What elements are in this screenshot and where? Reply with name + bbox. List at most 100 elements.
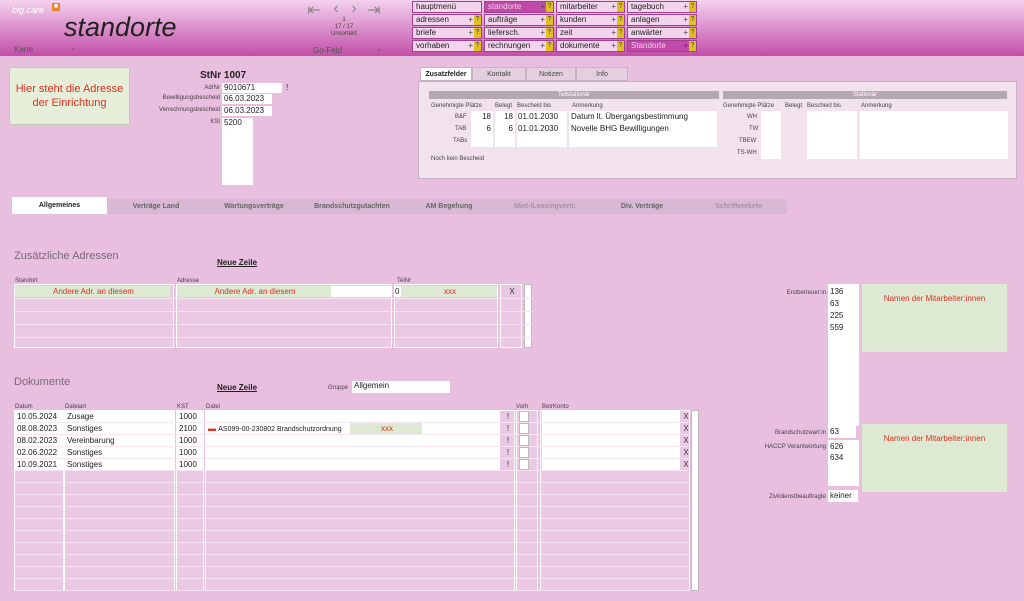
doc-datum[interactable]: 08.02.2023 (15, 435, 63, 446)
zusatz-delete-icon[interactable]: X (505, 286, 517, 297)
doc-alert-icon[interactable]: ! (501, 411, 513, 422)
help-icon[interactable]: ? (474, 41, 481, 51)
doc-dateiart[interactable]: Sonstiges (65, 447, 174, 458)
tab-schriftverkehr[interactable]: Schriftverkehr (691, 199, 787, 214)
doc-vorh-checkbox[interactable] (519, 447, 529, 458)
haccp-list[interactable]: 626 634 (828, 440, 859, 486)
menu-aufträge[interactable]: aufträge +? (484, 14, 554, 26)
chevron-down-icon[interactable]: ⌄ (376, 45, 382, 53)
menu-adressen[interactable]: adressen +? (412, 14, 482, 26)
doc-kst[interactable]: 1000 (177, 447, 203, 458)
menu-zeit[interactable]: zeit +? (556, 27, 625, 39)
doc-delete-icon[interactable]: X (681, 411, 689, 422)
prev-record-icon[interactable]: ‹ (328, 0, 344, 18)
menu-dokumente[interactable]: dokumente +? (556, 40, 625, 52)
erstbetreuer-list[interactable]: 136 63 225 559 (828, 284, 859, 426)
doc-kst[interactable]: 2100 (177, 423, 203, 434)
help-icon[interactable]: ? (689, 15, 696, 25)
menu-vorhaben[interactable]: vorhaben +? (412, 40, 482, 52)
doc-datum[interactable]: 02.06.2022 (15, 447, 63, 458)
tab-info[interactable]: Info (576, 67, 628, 81)
help-icon[interactable]: ? (546, 41, 553, 51)
doc-delete-icon[interactable]: X (681, 459, 689, 470)
tab-vertraege-land[interactable]: Verträge Land (107, 199, 205, 214)
doc-alert-icon[interactable]: ! (501, 459, 513, 470)
plus-icon[interactable]: + (468, 41, 473, 51)
tab-mietvertr[interactable]: Miet-/Leasingvertr. (497, 199, 593, 214)
tab-wartungsvertraege[interactable]: Wartungsverträge (205, 199, 303, 214)
plus-icon[interactable]: + (611, 2, 616, 12)
doc-datei[interactable] (206, 459, 500, 470)
doc-delete-icon[interactable]: X (681, 447, 689, 458)
doc-datum[interactable]: 10.05.2024 (15, 411, 63, 422)
help-icon[interactable]: ? (474, 28, 481, 38)
doc-datum[interactable]: 10.09.2021 (15, 459, 63, 470)
help-icon[interactable]: ? (617, 41, 624, 51)
tab-allgemeines[interactable]: Allgemeines (12, 197, 107, 214)
plus-icon[interactable]: + (683, 2, 688, 12)
brandschutz-field[interactable]: 63 (828, 426, 856, 438)
plus-icon[interactable]: + (540, 41, 545, 51)
help-icon[interactable]: ? (689, 2, 696, 12)
menu-mitarbeiter[interactable]: mitarbeiter +? (556, 1, 625, 13)
menu-standorte[interactable]: Standorte +? (627, 40, 697, 52)
doc-dateiart[interactable]: Zusage (65, 411, 174, 422)
doc-delete-icon[interactable]: X (681, 423, 689, 434)
doc-vorh-checkbox[interactable] (519, 423, 529, 434)
kst-field[interactable]: 5200 (222, 118, 253, 185)
plus-icon[interactable]: + (683, 41, 688, 51)
help-icon[interactable]: ? (689, 41, 696, 51)
menu-tagebuch[interactable]: tagebuch +? (627, 1, 697, 13)
gruppe-field[interactable]: Allgemein (352, 381, 450, 393)
st-anm-box[interactable] (860, 111, 1008, 159)
doc-datum[interactable]: 08.08.2023 (15, 423, 63, 434)
next-record-icon[interactable]: › (346, 0, 362, 18)
tab-notizen[interactable]: Notizen (526, 67, 576, 81)
zusatz-row-adresse[interactable]: Andere Adr. an diesem (177, 286, 331, 297)
doc-alert-icon[interactable]: ! (501, 447, 513, 458)
doc-betrkonto[interactable] (542, 435, 680, 446)
doc-scrollbar[interactable] (691, 410, 699, 591)
doc-kst[interactable]: 1000 (177, 459, 203, 470)
tab-zusatzfelder[interactable]: Zusatzfelder (420, 67, 472, 81)
doc-datei[interactable] (206, 447, 500, 458)
zusatz-row-telnr[interactable]: xxx (401, 286, 497, 297)
plus-icon[interactable]: + (611, 41, 616, 51)
help-icon[interactable]: ? (546, 15, 553, 25)
doc-betrkonto[interactable] (542, 447, 680, 458)
doc-betrkonto[interactable] (542, 411, 680, 422)
st-bis-box[interactable] (807, 111, 857, 159)
help-icon[interactable]: ? (689, 28, 696, 38)
zusatz-row-adresse-extra[interactable] (331, 286, 391, 297)
menu-anwärter[interactable]: anwärter +? (627, 27, 697, 39)
doc-vorh-checkbox[interactable] (519, 435, 529, 446)
menu-hauptmenü[interactable]: hauptmenü (412, 1, 482, 13)
doc-delete-icon[interactable]: X (681, 435, 689, 446)
doc-betrkonto[interactable] (542, 459, 680, 470)
help-icon[interactable]: ? (546, 28, 553, 38)
zivil-field[interactable]: keiner (828, 490, 858, 502)
help-icon[interactable]: ? (617, 15, 624, 25)
last-record-icon[interactable]: ⇥ (366, 0, 382, 20)
plus-icon[interactable]: + (468, 28, 473, 38)
menu-kunden[interactable]: kunden +? (556, 14, 625, 26)
doc-alert-icon[interactable]: ! (501, 423, 513, 434)
adrnr-alert-icon[interactable]: ! (286, 83, 288, 92)
chevron-down-icon[interactable]: ⌄ (70, 44, 76, 52)
doc-kst[interactable]: 1000 (177, 411, 203, 422)
menu-anlagen[interactable]: anlagen +? (627, 14, 697, 26)
doc-dateiart[interactable]: Sonstiges (65, 459, 174, 470)
help-icon[interactable]: ? (546, 2, 553, 12)
doc-vorh-checkbox[interactable] (519, 459, 529, 470)
plus-icon[interactable]: + (540, 15, 545, 25)
tab-brandschutzgutachten[interactable]: Brandschutzgutachten (303, 199, 401, 214)
plus-icon[interactable]: + (683, 15, 688, 25)
karte-select[interactable]: Karte (14, 45, 33, 54)
menu-rechnungen[interactable]: rechnungen +? (484, 40, 554, 52)
menu-standorte[interactable]: standorte +? (484, 1, 554, 13)
doc-datei[interactable] (206, 411, 500, 422)
gofeld-select[interactable]: Go-Feld (313, 46, 342, 55)
zusatz-new-row-link[interactable]: Neue Zeile (217, 258, 257, 267)
plus-icon[interactable]: + (683, 28, 688, 38)
menu-liefersch-[interactable]: liefersch. +? (484, 27, 554, 39)
